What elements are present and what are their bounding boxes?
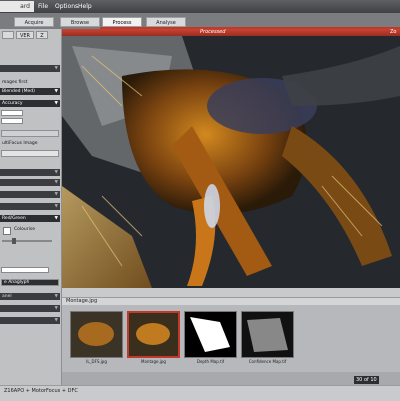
images-first-label: mages first <box>2 80 28 85</box>
menu-file[interactable]: File <box>38 2 48 11</box>
image-viewer[interactable] <box>62 36 400 288</box>
strip-footer <box>62 372 400 385</box>
chevron-down-icon: ▼ <box>54 216 58 221</box>
slider-track[interactable] <box>2 240 52 242</box>
thumbnail-caption: Montage.jpg <box>141 359 166 364</box>
thumbnail-image <box>185 312 236 357</box>
red-green-dropdown[interactable]: Red/Green ▼ <box>0 215 60 222</box>
panel-button[interactable] <box>1 150 59 157</box>
section-header-1[interactable]: ▼ <box>0 65 60 72</box>
left-panel: VER Z ▼ mages first Blended (Med) ▼ Accur… <box>0 29 62 385</box>
tab-analyse[interactable]: Analyse <box>146 17 186 27</box>
colourise-checkbox[interactable] <box>3 227 11 235</box>
collapse-icon: ▼ <box>54 192 58 197</box>
panel-tab-1[interactable] <box>2 31 14 39</box>
section-header-7[interactable]: ▼ <box>0 305 60 312</box>
collapse-icon: ▼ <box>54 66 58 71</box>
section-header-8[interactable]: ▼ <box>0 317 60 324</box>
tab-browse[interactable]: Browse <box>60 17 100 27</box>
anaglyph-button[interactable]: e Anaglyph <box>1 279 59 286</box>
collapse-icon: ▼ <box>54 294 58 299</box>
thumbnail-depth-map[interactable] <box>184 311 237 358</box>
panel-tab-z[interactable]: Z <box>36 31 48 39</box>
collapse-icon: ▼ <box>54 306 58 311</box>
strip-title: Montage.jpg <box>66 298 98 304</box>
option-button-disabled[interactable] <box>1 130 59 137</box>
thumbnail-image <box>71 312 122 357</box>
accuracy-dropdown[interactable]: Accuracy ▼ <box>0 100 60 107</box>
collapse-icon: ▼ <box>54 180 58 185</box>
section-header-6[interactable]: anel ▼ <box>0 293 60 300</box>
workflow-tabs: Acquire Browse Process Analyse <box>0 17 400 27</box>
value-field-1[interactable] <box>1 110 23 116</box>
app-title: ard <box>0 1 34 12</box>
menu-options[interactable]: Options <box>55 2 78 11</box>
page-info: 30 of 10 <box>354 376 379 384</box>
thumbnail-montage[interactable] <box>127 311 180 358</box>
thumbnail-confidence-map[interactable] <box>241 311 294 358</box>
thumbnail-caption: Depth Map.tif <box>196 359 225 364</box>
chevron-down-icon: ▼ <box>54 89 58 94</box>
section-header-4[interactable]: ▼ <box>0 191 60 198</box>
thumbnail-image <box>129 313 178 356</box>
tab-acquire[interactable]: Acquire <box>14 17 54 27</box>
collapse-icon: ▼ <box>54 318 58 323</box>
value-field-2[interactable] <box>1 118 23 124</box>
collapse-icon: ▼ <box>54 204 58 209</box>
text-field[interactable] <box>1 267 49 273</box>
panel-tab-ver[interactable]: VER <box>16 31 34 39</box>
chevron-down-icon: ▼ <box>54 101 58 106</box>
thumbnail-ildfs[interactable] <box>70 311 123 358</box>
status-text: Z16APO + MotorFocus + DFC <box>4 388 78 394</box>
zoom-label: Zo <box>390 29 397 35</box>
thumbnail-image <box>242 312 293 357</box>
thumbnail-caption: IL_DFS.jpg <box>86 359 107 364</box>
colourise-label: Colourise <box>14 227 35 232</box>
section-header-3[interactable]: ▼ <box>0 179 60 186</box>
insect-image <box>62 36 400 288</box>
menu-help[interactable]: Help <box>78 2 92 11</box>
multifocus-image-label: ultiFocus Image <box>2 141 38 146</box>
slider-handle[interactable] <box>12 238 16 244</box>
section-header-5[interactable]: ▼ <box>0 203 60 210</box>
section-header-2[interactable]: ▼ <box>0 169 60 176</box>
thumbnail-caption: Confidence Map.tif <box>248 359 287 364</box>
collapse-icon: ▼ <box>54 170 58 175</box>
viewer-title: Processed <box>200 29 226 35</box>
viewer-header <box>62 29 400 36</box>
blending-dropdown[interactable]: Blended (Med) ▼ <box>0 88 60 95</box>
tab-process[interactable]: Process <box>102 17 142 27</box>
